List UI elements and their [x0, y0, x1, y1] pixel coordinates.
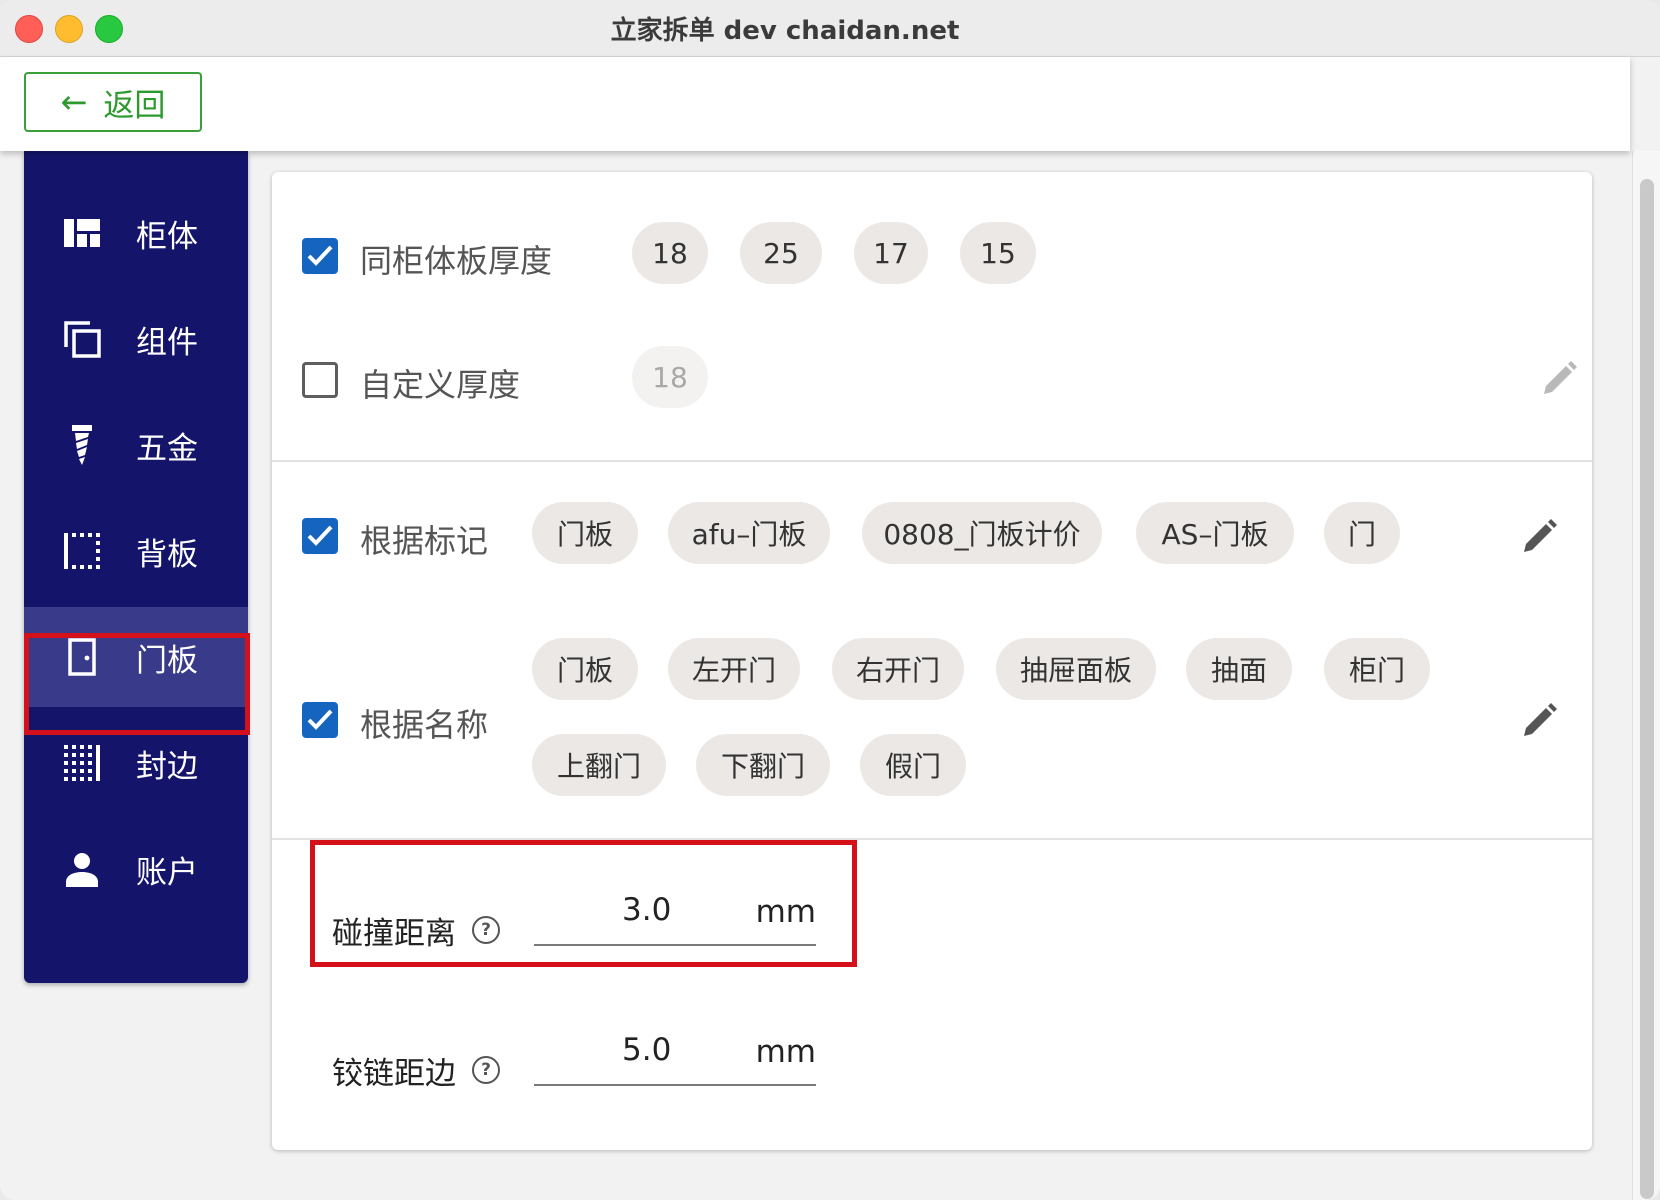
sidebar-item-hardware[interactable]: 五金	[24, 395, 248, 495]
name-chip[interactable]: 下翻门	[696, 734, 830, 796]
vertical-scrollbar[interactable]	[1632, 151, 1660, 1200]
name-chip[interactable]: 上翻门	[532, 734, 666, 796]
thickness-chip[interactable]: 18	[632, 222, 708, 284]
copy-icon	[62, 319, 102, 359]
back-button[interactable]: ← 返回	[24, 72, 202, 132]
name-chip[interactable]: 抽面	[1186, 638, 1292, 700]
sidebar-item-label: 五金	[136, 430, 198, 467]
sidebar-item-label: 封边	[136, 748, 198, 785]
sidebar-item-label: 账户	[136, 854, 198, 891]
name-chip[interactable]: 门板	[532, 638, 638, 700]
back-button-label: 返回	[103, 87, 166, 124]
edit-name-icon[interactable]	[1520, 700, 1560, 740]
name-chip[interactable]: 右开门	[832, 638, 964, 700]
zoom-window-button[interactable]	[95, 15, 123, 43]
sidebar-item-cabinet[interactable]: 柜体	[24, 183, 248, 283]
edit-custom-thickness-icon[interactable]	[1540, 358, 1580, 398]
person-icon	[62, 849, 102, 889]
name-chip[interactable]: 柜门	[1324, 638, 1430, 700]
dashboard-icon	[62, 213, 102, 253]
minimize-window-button[interactable]	[55, 15, 83, 43]
edit-mark-icon[interactable]	[1520, 516, 1560, 556]
hinge-edge-distance-label: 铰链距边	[332, 1056, 456, 1092]
name-chip[interactable]: 假门	[860, 734, 966, 796]
scrollbar-thumb[interactable]	[1640, 179, 1654, 1199]
sidebar-item-label: 组件	[136, 324, 198, 361]
top-toolbar: ← 返回	[0, 57, 1630, 151]
mark-chip[interactable]: afu–门板	[668, 502, 830, 564]
help-icon[interactable]: ?	[472, 1056, 500, 1084]
window-title: 立家拆单 dev chaidan.net	[610, 15, 960, 46]
same-thickness-label: 同柜体板厚度	[360, 242, 553, 280]
by-mark-checkbox[interactable]	[302, 518, 338, 554]
hinge-edge-distance-unit: mm	[755, 1034, 816, 1070]
title-bar: 立家拆单 dev chaidan.net	[0, 0, 1660, 57]
sidebar: 柜体 组件 五金 背板 门板 封边 账户	[24, 151, 248, 983]
sidebar-item-backboard[interactable]: 背板	[24, 501, 248, 601]
by-mark-label: 根据标记	[360, 522, 489, 560]
door-settings-card: 同柜体板厚度 18 25 17 15 自定义厚度 18 根据标记 门板 afu–…	[272, 172, 1592, 1150]
thickness-chip[interactable]: 17	[854, 222, 928, 284]
mark-chip[interactable]: 门板	[532, 502, 638, 564]
custom-thickness-label: 自定义厚度	[360, 366, 521, 404]
mark-chip[interactable]: AS–门板	[1136, 502, 1294, 564]
section-divider	[272, 460, 1592, 462]
name-chip[interactable]: 左开门	[668, 638, 800, 700]
by-name-label: 根据名称	[360, 706, 489, 744]
thickness-chip[interactable]: 15	[960, 222, 1036, 284]
thickness-chip[interactable]: 25	[740, 222, 822, 284]
screw-icon	[62, 425, 102, 465]
mark-chip[interactable]: 0808_门板计价	[862, 502, 1102, 564]
sidebar-item-label: 背板	[136, 536, 198, 573]
mark-chip[interactable]: 门	[1324, 502, 1400, 564]
sidebar-item-account[interactable]: 账户	[24, 819, 248, 919]
same-thickness-checkbox[interactable]	[302, 238, 338, 274]
active-item-highlight	[24, 633, 250, 735]
arrow-left-icon: ←	[60, 83, 88, 121]
collision-field-highlight	[310, 840, 857, 967]
sidebar-item-label: 柜体	[136, 218, 198, 255]
custom-thickness-chip: 18	[632, 346, 708, 408]
dotted-border-icon	[62, 531, 102, 571]
by-name-checkbox[interactable]	[302, 702, 338, 738]
hinge-edge-distance-input[interactable]: 5.0 mm	[534, 1028, 816, 1086]
hinge-edge-distance-value: 5.0	[622, 1032, 672, 1068]
app-window: 立家拆单 dev chaidan.net ← 返回 柜体 组件 五金 背板 门板…	[0, 0, 1660, 1200]
sidebar-item-component[interactable]: 组件	[24, 289, 248, 389]
custom-thickness-checkbox[interactable]	[302, 362, 338, 398]
name-chip[interactable]: 抽屉面板	[996, 638, 1156, 700]
grid-border-icon	[62, 743, 102, 783]
close-window-button[interactable]	[15, 15, 43, 43]
